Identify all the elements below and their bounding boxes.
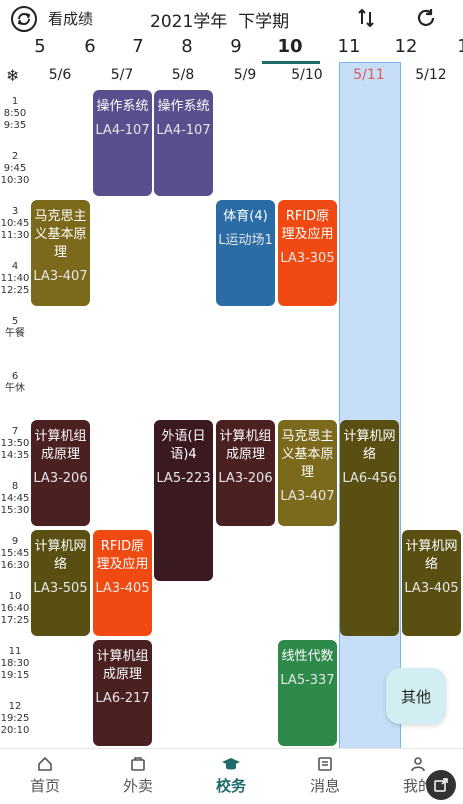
course-room: LA3-405 (95, 581, 150, 596)
course-block[interactable]: 计算机组成原理 LA3-206 (216, 420, 275, 526)
nav-item-1[interactable]: 首页 (10, 755, 80, 796)
timetable-grid: 1 8:50 9:35 2 9:45 10:30 3 10:45 11:30 4 11:40 12:2… (0, 88, 463, 748)
course-name: 计算机组成原理 (96, 649, 149, 682)
date-5-9: 5/9 (233, 67, 257, 83)
course-room: LA5-337 (280, 673, 335, 688)
date-5-12: 5/12 (415, 67, 447, 83)
nav-label: 首页 (29, 777, 60, 795)
course-name: 马克思主义基本原理 (34, 209, 87, 260)
course-block[interactable]: RFID原理及应用 LA3-305 (278, 200, 337, 306)
week-5[interactable]: 5 (20, 36, 60, 57)
course-block[interactable]: 计算机组成原理 LA3-206 (31, 420, 90, 526)
sort-icon[interactable] (354, 6, 378, 30)
course-name: 操作系统 (157, 99, 210, 114)
course-room: LA6-217 (95, 691, 150, 706)
course-room: LA3-206 (33, 471, 88, 486)
course-block[interactable]: 计算机组成原理 LA6-217 (93, 640, 152, 746)
course-block[interactable]: 马克思主义基本原理 LA3-407 (31, 200, 90, 306)
course-room: LA4-107 (95, 123, 150, 138)
view-grades-link[interactable]: 看成绩 (48, 8, 93, 29)
nav-label: 外卖 (122, 777, 153, 795)
semester-title: 2021学年 下学期 (150, 12, 290, 32)
course-name: 计算机组成原理 (34, 429, 87, 462)
course-block[interactable]: RFID原理及应用 LA3-405 (93, 530, 152, 636)
nav-item-4[interactable]: 消息 (290, 755, 360, 796)
date-5-6: 5/6 (48, 67, 72, 83)
period-label-3: 3 10:45 11:30 (0, 206, 30, 241)
period-label-7: 7 13:50 14:35 (0, 426, 30, 461)
course-name: 计算机网络 (34, 539, 87, 572)
course-room: LA3-405 (404, 581, 459, 596)
course-room: LA3-505 (33, 581, 88, 596)
week-12[interactable]: 12 (386, 36, 426, 57)
edit-image-icon[interactable] (426, 770, 456, 800)
date-5-10: 5/10 (291, 67, 323, 83)
course-name: 计算机组成原理 (219, 429, 272, 462)
week-11[interactable]: 11 (329, 36, 369, 57)
course-block[interactable]: 操作系统 LA4-107 (93, 90, 152, 196)
course-name: 计算机网络 (405, 539, 458, 572)
course-name: 马克思主义基本原理 (281, 429, 334, 480)
snowflake-icon[interactable]: ❄ (6, 66, 19, 85)
week-8[interactable]: 8 (167, 36, 207, 57)
graduation-cap-icon (196, 755, 266, 775)
course-room: LA5-223 (156, 471, 211, 486)
course-block[interactable]: 马克思主义基本原理 LA3-407 (278, 420, 337, 526)
refresh-circle-icon[interactable] (10, 5, 38, 33)
takeout-icon (103, 755, 173, 775)
message-icon (290, 755, 360, 775)
course-name: RFID原理及应用 (96, 539, 149, 572)
date-5-11: 5/11 (353, 67, 385, 83)
date-5-8: 5/8 (171, 67, 195, 83)
period-label-9: 9 15:45 16:30 (0, 536, 30, 571)
period-label-6: 6 午休 (5, 371, 25, 394)
nav-item-3[interactable]: 校务 (196, 755, 266, 796)
course-room: LA3-206 (218, 471, 273, 486)
course-block[interactable]: 外语(日语)4 LA5-223 (154, 420, 213, 581)
course-room: LA4-107 (156, 123, 211, 138)
home-icon (10, 755, 80, 775)
bottom-navigation: 首页 外卖 校务 消息 我的 (0, 748, 463, 804)
course-name: 操作系统 (96, 99, 149, 114)
period-label-10: 10 16:40 17:25 (0, 591, 30, 626)
week-selector[interactable]: 5 6 7 8 9 10 11 12 1 (0, 36, 463, 62)
week-9[interactable]: 9 (216, 36, 256, 57)
period-label-4: 4 11:40 12:25 (0, 261, 30, 296)
week-7[interactable]: 7 (118, 36, 158, 57)
week-6[interactable]: 6 (70, 36, 110, 57)
period-label-11: 11 18:30 19:15 (0, 646, 30, 681)
period-label-5: 5 午餐 (5, 316, 25, 339)
nav-label: 消息 (309, 777, 340, 795)
course-block[interactable]: 线性代数 LA5-337 (278, 640, 337, 746)
course-room: LA6-456 (342, 471, 397, 486)
course-name: 计算机网络 (343, 429, 396, 462)
course-block[interactable]: 计算机网络 LA3-405 (402, 530, 461, 636)
nav-label: 校务 (215, 777, 246, 795)
course-name: RFID原理及应用 (281, 209, 334, 242)
refresh-icon[interactable] (414, 6, 438, 30)
course-block[interactable]: 计算机网络 LA6-456 (340, 420, 399, 636)
date-5-7: 5/7 (110, 67, 134, 83)
top-bar: 看成绩 2021学年 下学期 (0, 0, 463, 34)
course-block[interactable]: 计算机网络 LA3-505 (31, 530, 90, 636)
course-room: L运动场1 (218, 233, 273, 248)
course-room: LA3-407 (33, 269, 88, 284)
course-name: 外语(日语)4 (161, 429, 206, 462)
week-10[interactable]: 10 (270, 36, 310, 57)
course-name: 体育(4) (223, 209, 268, 224)
period-label-8: 8 14:45 15:30 (0, 481, 30, 516)
dates-row: ❄ 5/6 5/7 5/8 5/9 5/10 5/11 5/12 (0, 62, 463, 88)
other-button[interactable]: 其他 (386, 668, 446, 724)
course-block[interactable]: 操作系统 LA4-107 (154, 90, 213, 196)
course-block[interactable]: 体育(4) L运动场1 (216, 200, 275, 306)
period-label-1: 1 8:50 9:35 (3, 96, 27, 131)
nav-item-2[interactable]: 外卖 (103, 755, 173, 796)
period-label-2: 2 9:45 10:30 (0, 151, 30, 186)
period-label-12: 12 19:25 20:10 (0, 701, 30, 736)
course-room: LA3-407 (280, 489, 335, 504)
course-name: 线性代数 (281, 649, 334, 664)
course-room: LA3-305 (280, 251, 335, 266)
week-1[interactable]: 1 (443, 36, 463, 57)
